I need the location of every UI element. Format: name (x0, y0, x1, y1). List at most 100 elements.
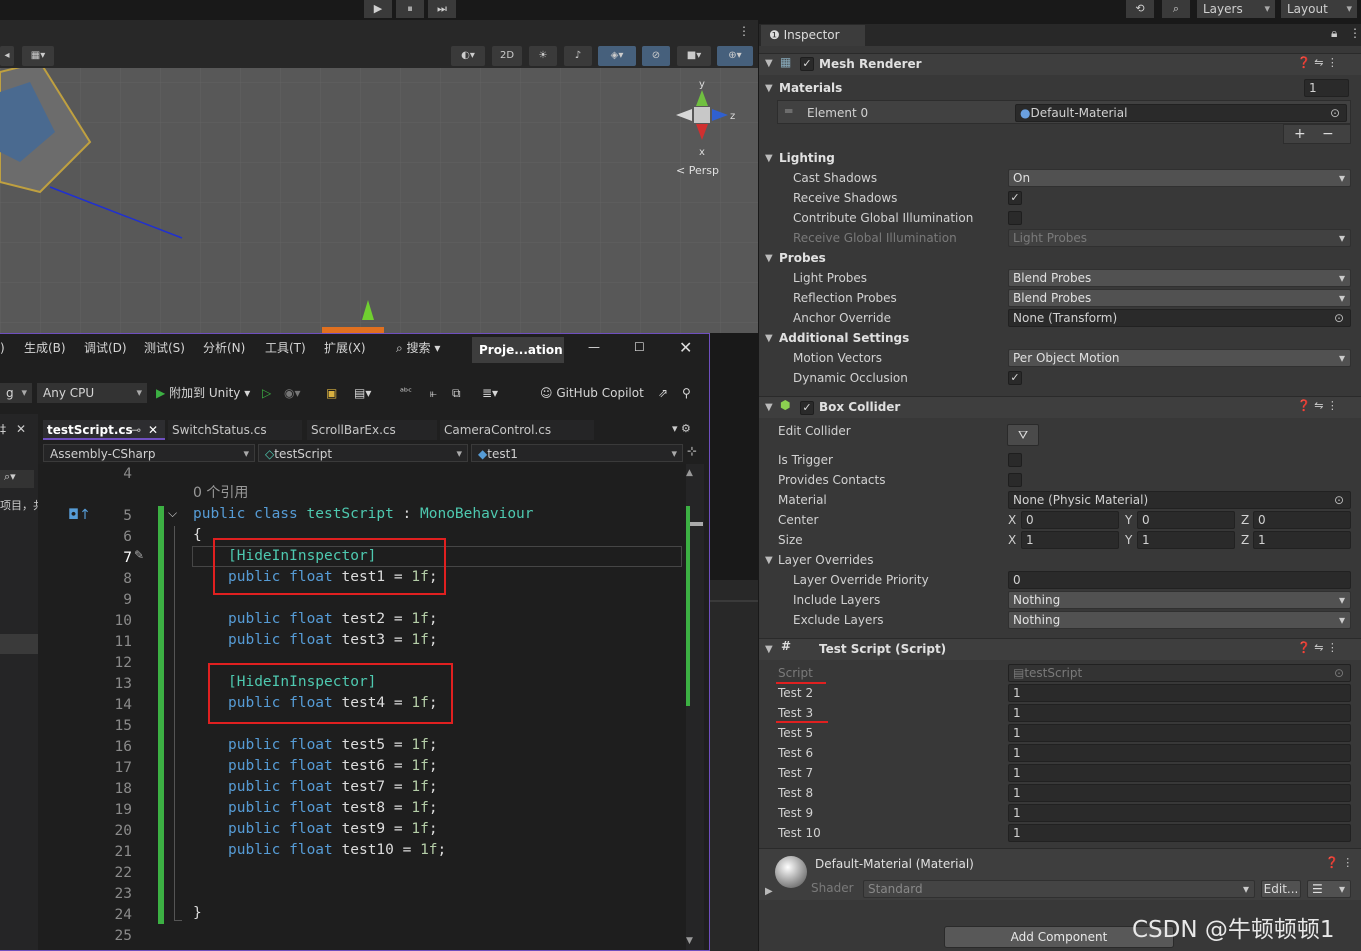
close-pane-icon[interactable]: ✕ (16, 422, 26, 436)
test3-field[interactable]: 1 (1008, 704, 1351, 722)
2d-toggle[interactable]: 2D (492, 46, 522, 66)
editor-scrollbar[interactable]: ▲ ▼ (686, 464, 704, 950)
tab-testscript[interactable]: testScript.cs ⊸ ✕ (43, 420, 165, 440)
camera-icon[interactable]: ■▾ (677, 46, 711, 66)
fold-icon[interactable]: ▼ (765, 402, 773, 413)
materials-label[interactable]: Materials (779, 78, 842, 98)
fold-icon[interactable]: ▼ (765, 153, 773, 164)
shader-dropdown[interactable]: Standard (863, 880, 1255, 898)
folder-icon[interactable]: ▣ (326, 383, 337, 403)
hot-reload-icon[interactable]: ◉▾ (284, 383, 301, 403)
collapse-icon[interactable]: ⌵ (168, 506, 177, 521)
include-layers-dropdown[interactable]: Nothing (1008, 591, 1351, 609)
exclude-layers-dropdown[interactable]: Nothing (1008, 611, 1351, 629)
split-icon[interactable]: ⊹ (687, 444, 697, 458)
motion-vectors-dropdown[interactable]: Per Object Motion (1008, 349, 1351, 367)
projection-label[interactable]: < Persp (676, 164, 719, 177)
reflection-probes-dropdown[interactable]: Blend Probes (1008, 289, 1351, 307)
materials-count-field[interactable]: 1 (1304, 79, 1349, 97)
minimize-button[interactable]: — (588, 340, 600, 354)
lighting-label[interactable]: Lighting (779, 148, 835, 168)
component-actions[interactable]: ❓ ⇋ ⋮ (1297, 641, 1338, 654)
layer-priority-field[interactable]: 0 (1008, 571, 1351, 589)
grid-tool-icon[interactable]: ▦▾ (22, 46, 54, 66)
additional-settings-label[interactable]: Additional Settings (779, 328, 909, 348)
component-actions[interactable]: ❓ ⋮ (1325, 856, 1353, 869)
menu-analyze[interactable]: 分析(N) (203, 336, 245, 366)
mesh-renderer-enabled[interactable]: ✓ (800, 57, 814, 71)
play-button[interactable]: ▶ (364, 0, 392, 18)
lighting-icon[interactable]: ☀ (529, 46, 557, 66)
anchor-override-field[interactable]: None (Transform) ⊙ (1008, 309, 1351, 327)
reference-icon[interactable]: ◘↑ (68, 507, 91, 523)
fold-icon[interactable]: ▼ (765, 333, 773, 344)
scene-tool[interactable]: ◂ (0, 46, 14, 66)
indent-icon[interactable]: ⫦ (430, 383, 437, 403)
more-icon[interactable]: ⋮ (1349, 26, 1361, 40)
search-icon[interactable]: ⌕ (1162, 0, 1190, 18)
pane-search[interactable]: ⌕▾ (0, 470, 34, 488)
contribute-gi-checkbox[interactable] (1008, 211, 1022, 225)
pane-selected-row[interactable] (0, 634, 38, 654)
test10-field[interactable]: 1 (1008, 824, 1351, 842)
physic-material-field[interactable]: None (Physic Material) ⊙ (1008, 491, 1351, 509)
size-y-field[interactable]: 1 (1137, 531, 1235, 549)
menu-debug[interactable]: 调试(D) (84, 336, 127, 366)
fold-icon[interactable]: ▼ (765, 253, 773, 264)
add-element-button[interactable]: + (1294, 125, 1306, 143)
history-icon[interactable]: ⟲ (1126, 0, 1154, 18)
remove-element-button[interactable]: − (1322, 125, 1334, 143)
layers-dropdown[interactable]: Layers (1197, 0, 1275, 18)
orientation-gizmo[interactable]: y z x (672, 78, 742, 168)
element0-field[interactable]: ●Default-Material ⊙ (1015, 104, 1347, 122)
pause-button[interactable]: ⏸ (396, 0, 424, 18)
test8-field[interactable]: 1 (1008, 784, 1351, 802)
maximize-button[interactable]: ☐ (634, 340, 645, 354)
shading-mode-icon[interactable]: ◐▾ (451, 46, 485, 66)
menu-test[interactable]: 测试(S) (144, 336, 185, 366)
project-dropdown[interactable]: Assembly-CSharp (43, 444, 255, 463)
edit-shader-button[interactable]: Edit... (1261, 880, 1301, 898)
center-z-field[interactable]: 0 (1253, 511, 1351, 529)
copilot-button[interactable]: ☺ GitHub Copilot (540, 383, 644, 403)
test7-field[interactable]: 1 (1008, 764, 1351, 782)
center-x-field[interactable]: 0 (1021, 511, 1119, 529)
box-collider-enabled[interactable]: ✓ (800, 401, 814, 415)
more-icon[interactable]: ⋮ (738, 24, 750, 38)
fold-icon[interactable]: ▼ (765, 555, 773, 566)
layer-overrides-label[interactable]: Layer Overrides (778, 550, 873, 570)
audio-icon[interactable]: ♪ (564, 46, 592, 66)
quick-action-icon[interactable]: ✎ (134, 548, 144, 562)
provides-contacts-checkbox[interactable] (1008, 473, 1022, 487)
tab-cameracontrol[interactable]: CameraControl.cs (440, 420, 594, 440)
start-icon[interactable]: ▷ (262, 383, 271, 403)
config-dropdown[interactable]: g (0, 383, 32, 403)
solution-name[interactable]: Proje...ation (472, 337, 564, 363)
attach-unity-button[interactable]: ▶ 附加到 Unity ▾ (156, 383, 250, 403)
close-button[interactable]: ✕ (679, 338, 692, 357)
tab-list-icon[interactable]: ▾ ⚙ (672, 422, 691, 435)
search-menu[interactable]: ⌕ 搜索 ▾ (396, 336, 440, 366)
member-dropdown[interactable]: ◆test1 (471, 444, 683, 463)
edit-collider-button[interactable]: ⛛ (1007, 424, 1039, 446)
component-actions[interactable]: ❓ ⇋ ⋮ (1297, 56, 1338, 69)
tab-switchstatus[interactable]: SwitchStatus.cs (168, 420, 302, 440)
share-icon[interactable]: ⇗ (658, 383, 668, 403)
layout-icon[interactable]: ▤▾ (354, 383, 371, 403)
size-z-field[interactable]: 1 (1253, 531, 1351, 549)
platform-dropdown[interactable]: Any CPU (37, 383, 147, 403)
layout-dropdown[interactable]: Layout (1281, 0, 1357, 18)
scene-view[interactable] (0, 42, 758, 333)
component-actions[interactable]: ❓ ⇋ ⋮ (1297, 399, 1338, 412)
fold-icon[interactable]: ▶ (765, 886, 773, 897)
material-preview[interactable] (775, 856, 807, 888)
class-dropdown[interactable]: ◇testScript (258, 444, 468, 463)
menu-build[interactable]: 生成(B) (24, 336, 66, 366)
fold-icon[interactable]: ▼ (765, 58, 773, 69)
step-button[interactable]: ⏭ (428, 0, 456, 18)
cast-shadows-dropdown[interactable]: On (1008, 169, 1351, 187)
light-probes-dropdown[interactable]: Blend Probes (1008, 269, 1351, 287)
probes-label[interactable]: Probes (779, 248, 826, 268)
center-y-field[interactable]: 0 (1137, 511, 1235, 529)
test2-field[interactable]: 1 (1008, 684, 1351, 702)
